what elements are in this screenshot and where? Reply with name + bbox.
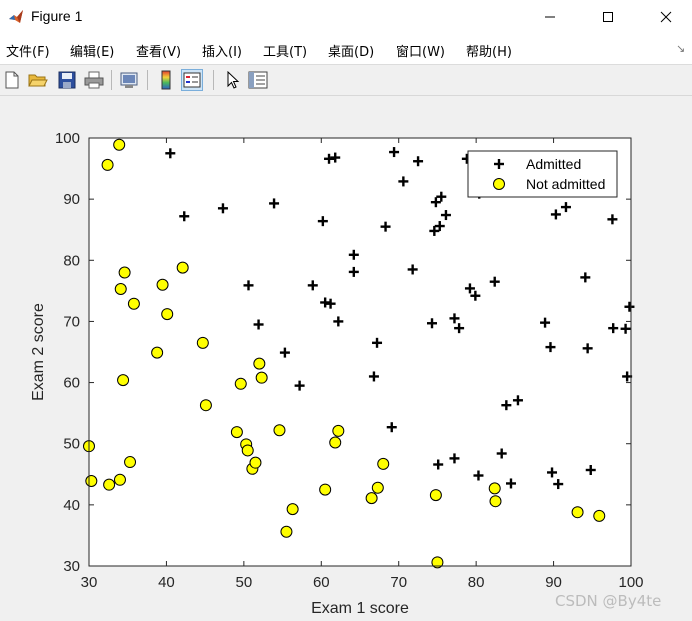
legend-admitted-label: Admitted <box>526 156 581 172</box>
y-tick-label: 60 <box>63 375 80 392</box>
not-admitted-point <box>85 475 98 488</box>
legend-not-admitted-label: Not admitted <box>526 176 605 192</box>
not-admitted-point <box>489 495 502 508</box>
not-admitted-point <box>161 308 174 321</box>
x-tick-label: 100 <box>618 574 643 591</box>
not-admitted-point <box>151 346 164 359</box>
not-admitted-point <box>118 266 131 279</box>
x-tick-label: 80 <box>468 574 485 591</box>
not-admitted-point <box>280 525 293 538</box>
not-admitted-point <box>377 457 390 470</box>
y-axis-label: Exam 2 score <box>30 303 47 401</box>
not-admitted-point <box>249 456 262 469</box>
y-tick-label: 50 <box>63 436 80 453</box>
x-tick-label: 90 <box>545 574 562 591</box>
not-admitted-point <box>593 509 606 522</box>
not-admitted-point <box>103 478 116 491</box>
y-tick-label: 100 <box>55 130 80 147</box>
y-tick-label: 90 <box>63 191 80 208</box>
not-admitted-point <box>365 492 378 505</box>
not-admitted-point <box>488 482 501 495</box>
watermark-text: CSDN @By4te <box>555 592 662 610</box>
y-tick-label: 40 <box>63 497 80 514</box>
not-admitted-point <box>156 278 169 291</box>
not-admitted-point <box>332 424 345 437</box>
not-admitted-point <box>117 374 130 387</box>
x-tick-label: 50 <box>236 574 253 591</box>
y-tick-label: 80 <box>63 252 80 269</box>
x-tick-label: 30 <box>81 574 98 591</box>
not-admitted-point <box>234 377 247 390</box>
not-admitted-point <box>371 481 384 494</box>
not-admitted-point <box>113 473 126 486</box>
not-admitted-point <box>253 357 266 370</box>
not-admitted-point <box>255 371 268 384</box>
not-admitted-point <box>571 506 584 519</box>
x-tick-label: 40 <box>158 574 175 591</box>
not-admitted-point <box>176 261 189 274</box>
not-admitted-point <box>113 138 126 151</box>
x-axis-label: Exam 1 score <box>311 600 409 617</box>
not-admitted-point <box>101 158 114 171</box>
y-tick-label: 30 <box>63 558 80 575</box>
x-tick-label: 70 <box>390 574 407 591</box>
not-admitted-point <box>241 444 254 457</box>
not-admitted-point <box>319 483 332 496</box>
not-admitted-point <box>114 283 127 296</box>
y-tick-label: 70 <box>63 313 80 330</box>
not-admitted-point <box>196 336 209 349</box>
not-admitted-point <box>124 456 137 469</box>
not-admitted-point <box>127 297 140 310</box>
x-tick-label: 60 <box>313 574 330 591</box>
legend-not-admitted-marker <box>493 178 505 190</box>
not-admitted-point <box>429 489 442 502</box>
not-admitted-point <box>286 503 299 516</box>
not-admitted-point <box>230 426 243 439</box>
not-admitted-point <box>329 436 342 449</box>
scatter-plot: 30 40 50 60 70 80 90 100 30 40 50 60 70 80 90 100 Exam 1… <box>30 130 644 617</box>
not-admitted-point <box>273 424 286 437</box>
not-admitted-point <box>199 399 212 412</box>
